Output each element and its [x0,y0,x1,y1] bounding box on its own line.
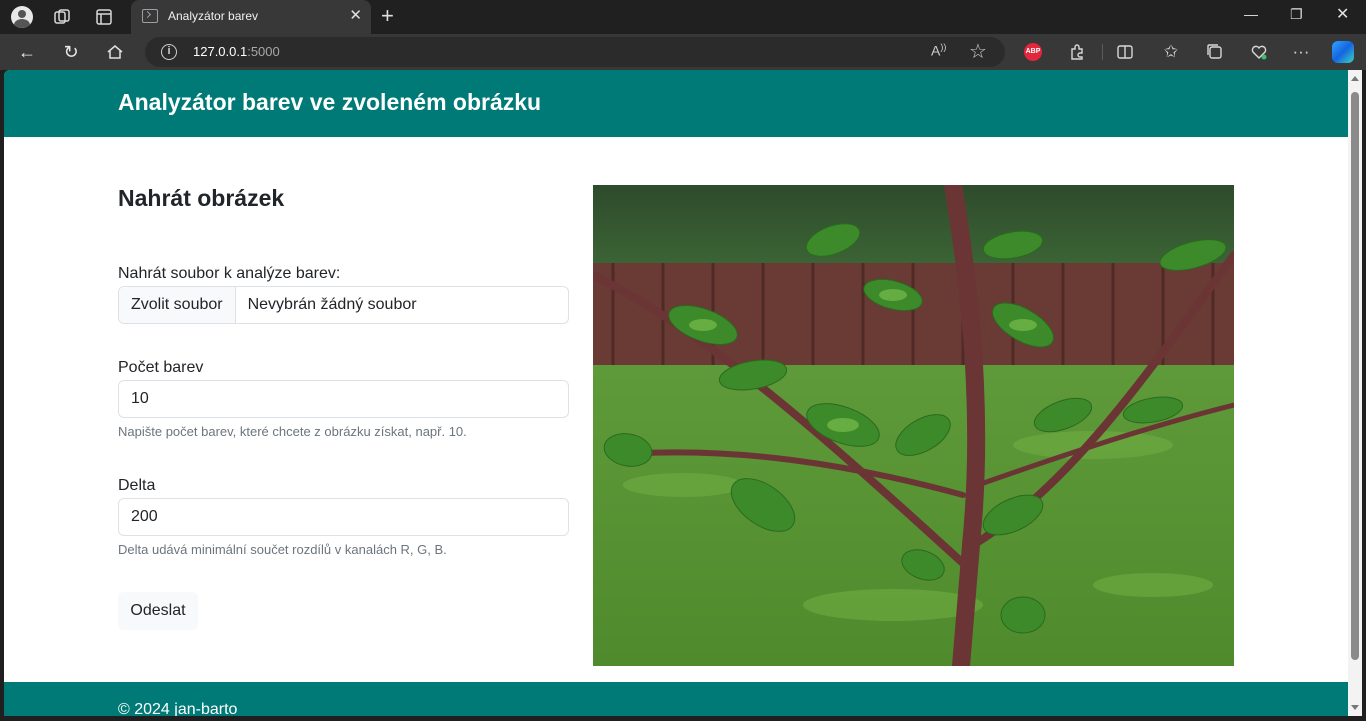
favorites-icon[interactable]: ✩ [1158,39,1184,65]
tab-actions-icon[interactable] [92,5,116,29]
form-heading: Nahrát obrázek [118,185,285,211]
delta-input[interactable] [118,498,569,536]
toolbar-separator [1102,44,1103,60]
profile-icon[interactable] [10,5,34,29]
copilot-icon[interactable] [1330,39,1356,65]
tab-close-icon[interactable]: ✕ [349,6,362,24]
file-status: Nevybrán žádný soubor [247,296,417,313]
url-port: :5000 [247,44,280,59]
url-text: 127.0.0.1:5000 [193,44,280,59]
read-aloud-icon[interactable]: A)) [931,42,946,59]
home-icon[interactable] [102,39,128,65]
refresh-icon[interactable]: ↻ [58,39,84,65]
color-count-input[interactable] [118,380,569,418]
browser-essentials-icon[interactable] [1246,39,1272,65]
favorite-star-icon[interactable]: ☆ [969,39,987,64]
workspaces-icon[interactable] [50,5,74,29]
color-count-label: Počet barev [118,359,204,376]
delta-help: Delta udává minimální součet rozdílů v k… [118,542,447,557]
scroll-up-icon[interactable] [1351,76,1359,81]
site-info-icon[interactable]: i [161,44,177,60]
upload-form: Nahrát obrázek Nahrát soubor k analýze b… [118,185,569,630]
close-window-icon[interactable]: ✕ [1336,4,1349,24]
page-header: Analyzátor barev ve zvoleném obrázku [4,70,1348,137]
footer-copyright: © 2024 jan-barto [118,701,238,716]
page-scrollbar[interactable] [1348,70,1362,716]
browser-toolbar: ← ↻ i 127.0.0.1:5000 A)) ☆ ABP ✩ ··· [0,34,1366,70]
file-input[interactable]: Zvolit soubor Nevybrán žádný soubor [118,286,569,324]
file-label: Nahrát soubor k analýze barev: [118,265,341,282]
extensions-icon[interactable] [1064,39,1090,65]
plant-photo [593,185,1234,666]
scrollbar-thumb[interactable] [1351,92,1359,660]
scroll-down-icon[interactable] [1351,705,1359,710]
minimize-icon[interactable]: — [1244,6,1258,22]
back-icon[interactable]: ← [14,39,40,65]
color-count-help: Napište počet barev, které chcete z obrá… [118,424,467,439]
submit-button[interactable]: Odeslat [118,592,198,630]
delta-label: Delta [118,477,156,494]
new-tab-icon[interactable]: + [381,3,394,29]
collections-icon[interactable] [1202,39,1228,65]
browser-tab-bar: Analyzátor barev ✕ + — ❐ ✕ [0,0,1366,34]
address-bar[interactable]: i 127.0.0.1:5000 A)) ☆ [145,37,1005,67]
url-host: 127.0.0.1 [193,44,248,59]
adblock-plus-icon[interactable]: ABP [1020,39,1046,65]
split-screen-icon[interactable] [1112,39,1138,65]
more-options-icon[interactable]: ··· [1288,39,1314,65]
page-footer: © 2024 jan-barto [4,682,1348,716]
browser-tab-active[interactable]: Analyzátor barev ✕ [131,0,371,34]
restore-icon[interactable]: ❐ [1290,6,1303,23]
tab-title: Analyzátor barev [168,9,259,23]
tab-favicon-icon [142,9,158,23]
page-viewport: Analyzátor barev ve zvoleném obrázku Nah… [4,70,1348,716]
page-title: Analyzátor barev ve zvoleném obrázku [118,89,542,115]
choose-file-button[interactable]: Zvolit soubor [119,287,236,323]
